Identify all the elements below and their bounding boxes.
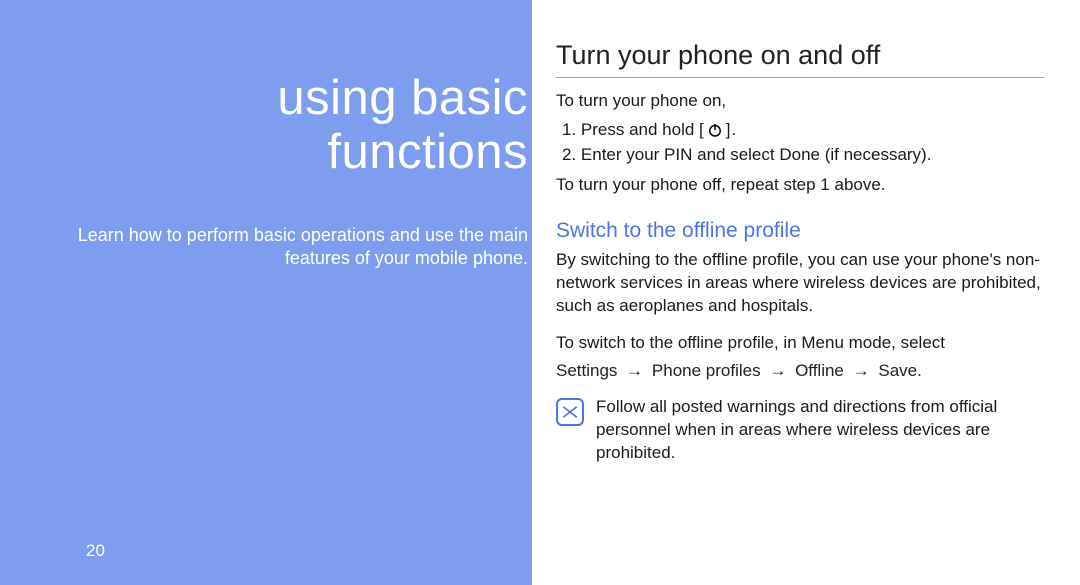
- content-panel: Turn your phone on and off To turn your …: [532, 0, 1080, 585]
- path-save: Save: [878, 361, 917, 380]
- page-number: 20: [86, 541, 105, 561]
- step-2-text: 2. Enter your PIN and select Done (if ne…: [562, 145, 931, 164]
- note-icon: [556, 398, 584, 426]
- chapter-title-line2: functions: [327, 125, 528, 179]
- section-heading-power: Turn your phone on and off: [556, 40, 1044, 78]
- arrow-icon: →: [765, 359, 790, 383]
- note-callout: Follow all posted warnings and direction…: [556, 396, 1044, 465]
- chapter-subtitle: Learn how to perform basic operations an…: [48, 224, 528, 271]
- step-1-suffix: ].: [726, 120, 737, 139]
- turn-off-intro: To turn your phone off, repeat step 1 ab…: [556, 174, 1044, 197]
- chapter-title: using basic functions: [0, 72, 532, 180]
- arrow-icon: →: [849, 359, 874, 383]
- offline-paragraph-1: By switching to the offline profile, you…: [556, 249, 1044, 318]
- chapter-title-line1: using basic: [277, 71, 528, 125]
- power-key-icon: [706, 121, 724, 139]
- step-2: 2. Enter your PIN and select Done (if ne…: [556, 142, 1044, 168]
- arrow-icon: →: [622, 359, 647, 383]
- path-phone-profiles: Phone profiles: [652, 361, 761, 380]
- turn-on-intro: To turn your phone on,: [556, 90, 1044, 113]
- step-1-prefix: 1. Press and hold [: [562, 120, 704, 139]
- note-text: Follow all posted warnings and direction…: [596, 396, 1044, 465]
- offline-paragraph-2-lead: To switch to the offline profile, in Men…: [556, 332, 1044, 355]
- menu-path: Settings → Phone profiles → Offline → Sa…: [556, 359, 1044, 383]
- left-intro-panel: using basic functions Learn how to perfo…: [0, 0, 532, 585]
- path-offline: Offline: [795, 361, 844, 380]
- step-1: 1. Press and hold [].: [556, 117, 1044, 143]
- path-settings: Settings: [556, 361, 617, 380]
- section-heading-offline: Switch to the offline profile: [556, 219, 1044, 243]
